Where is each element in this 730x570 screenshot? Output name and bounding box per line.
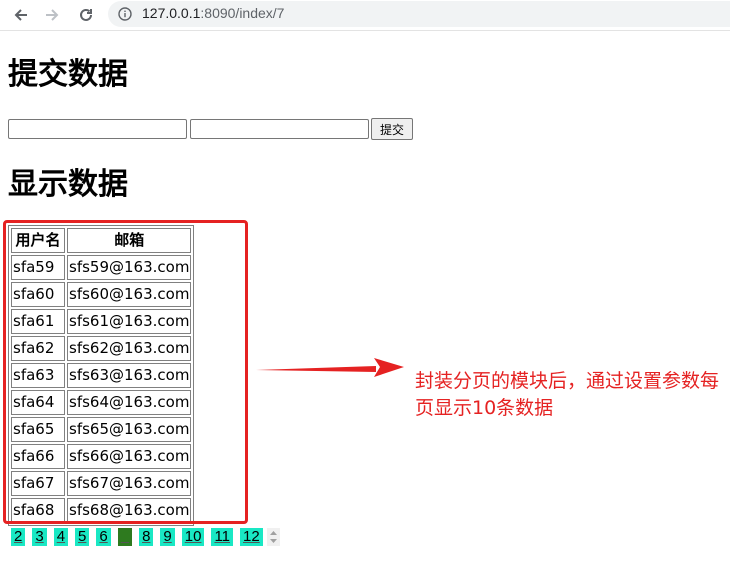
page-link-2[interactable]: 2	[11, 528, 26, 546]
page-link-9[interactable]: 9	[160, 528, 175, 546]
page-link-10[interactable]: 10	[181, 528, 205, 546]
page-link-5[interactable]: 5	[75, 528, 90, 546]
page-link-6[interactable]: 6	[96, 528, 111, 546]
pagination: 2 3 4 5 6 7 8 9 10 11 12	[11, 528, 280, 546]
browser-toolbar: 127.0.0.1:8090/index/7	[0, 0, 730, 31]
annotation-text: 封装分页的模块后，通过设置参数每页显示10条数据	[415, 370, 720, 419]
arrow-right-icon	[46, 9, 59, 21]
spinner-arrows-icon	[269, 531, 277, 543]
forward-button[interactable]	[40, 3, 64, 27]
page-scroll-spinner[interactable]	[266, 528, 280, 546]
submit-button[interactable]: 提交	[371, 118, 413, 140]
address-bar[interactable]: 127.0.0.1:8090/index/7	[108, 1, 730, 27]
url-text: 127.0.0.1:8090/index/7	[142, 5, 284, 21]
arrow-left-icon	[14, 9, 27, 21]
page-link-3[interactable]: 3	[32, 528, 47, 546]
page-link-12[interactable]: 12	[240, 528, 263, 546]
url-host: 127.0.0.1	[142, 5, 201, 21]
url-path: :8090/index/7	[200, 5, 285, 21]
info-icon[interactable]	[118, 7, 132, 21]
page-link-4[interactable]: 4	[53, 528, 69, 546]
page-link-11[interactable]: 11	[211, 528, 234, 546]
reload-button[interactable]	[74, 3, 98, 27]
display-heading: 显示数据	[8, 167, 128, 202]
page-link-8[interactable]: 8	[139, 528, 154, 546]
reload-icon	[80, 8, 92, 21]
email-input[interactable]	[190, 119, 369, 139]
arrow-icon	[256, 358, 404, 377]
back-button[interactable]	[9, 3, 33, 27]
page-link-current[interactable]: 7	[117, 528, 133, 546]
highlight-box	[3, 220, 248, 524]
submit-heading: 提交数据	[8, 57, 128, 92]
username-input[interactable]	[8, 119, 187, 139]
